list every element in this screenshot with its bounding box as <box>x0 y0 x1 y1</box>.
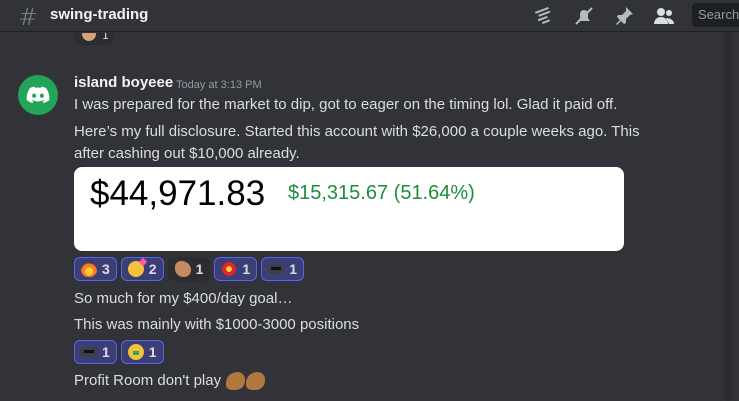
message-line: I was prepared for the market to dip, go… <box>74 96 618 113</box>
reaction-count: 3 <box>102 261 110 277</box>
portfolio-value: $44,971.83 <box>90 174 266 213</box>
collision-icon <box>221 261 238 277</box>
reaction-money-mouth[interactable]: 1 <box>120 340 164 364</box>
message-line: So much for my $400/day goal… <box>74 290 293 307</box>
reaction-fire[interactable]: 3 <box>74 257 117 281</box>
previous-message-reaction[interactable]: 1 <box>74 33 114 45</box>
reaction-sunglasses[interactable]: 1 <box>261 257 304 281</box>
channel-name: swing-trading <box>50 6 149 23</box>
sunglasses-icon <box>268 264 285 274</box>
scrollbar[interactable] <box>724 32 732 401</box>
money-mouth-icon <box>127 344 144 360</box>
channel-hash-icon: # <box>18 3 39 31</box>
discord-logo-icon <box>26 86 50 103</box>
fire-icon <box>81 261 97 277</box>
reaction-count: 1 <box>102 344 110 360</box>
reaction-count: 1 <box>148 344 157 360</box>
reaction-count: 1 <box>195 261 204 277</box>
portfolio-gain: $15,315.67 (51.64%) <box>288 182 475 204</box>
reaction-bar: 3 2 1 1 1 <box>74 257 304 281</box>
flexed-biceps-icon <box>246 372 266 391</box>
reaction-count: 1 <box>289 261 297 277</box>
party-face-icon <box>127 261 144 277</box>
message-line: This was mainly with $1000-3000 position… <box>74 316 360 333</box>
reaction-collision[interactable]: 1 <box>214 257 258 281</box>
avatar[interactable] <box>18 75 58 115</box>
flexed-biceps-icon <box>226 372 246 391</box>
message-timestamp: Today at 3:13 PM <box>176 79 262 91</box>
reaction-clapping-hands[interactable]: 1 <box>167 257 211 281</box>
sunglasses-icon <box>81 347 97 357</box>
threads-icon[interactable] <box>532 4 556 28</box>
reaction-sunglasses[interactable]: 1 <box>74 340 117 364</box>
notification-bell-muted-icon[interactable] <box>572 4 596 28</box>
member-list-icon[interactable] <box>652 4 676 28</box>
reaction-count: 1 <box>242 261 251 277</box>
message-line: Here’s my full disclosure. Started this … <box>74 123 640 140</box>
message-line: Profit Room don't play <box>74 370 266 392</box>
pin-icon[interactable] <box>612 4 636 28</box>
reaction-count: 1 <box>102 33 109 42</box>
clapping-hands-icon <box>82 33 96 41</box>
clapping-hands-icon <box>174 261 191 277</box>
message-text: Profit Room don't play <box>74 372 222 389</box>
portfolio-image-embed[interactable]: $44,971.83 $15,315.67 (51.64%) <box>74 167 624 251</box>
channel-header: # swing-trading Search <box>0 0 739 32</box>
message-line: after cashing out $10,000 already. <box>74 145 300 162</box>
username[interactable]: island boyeee <box>74 74 173 91</box>
reaction-party-face[interactable]: 2 <box>120 257 164 281</box>
search-input[interactable]: Search <box>692 3 739 27</box>
reaction-bar: 1 1 <box>74 340 164 364</box>
reaction-count: 2 <box>148 261 157 277</box>
